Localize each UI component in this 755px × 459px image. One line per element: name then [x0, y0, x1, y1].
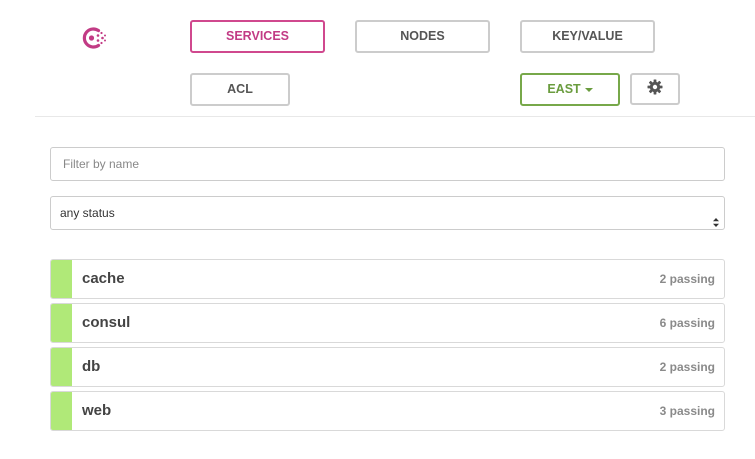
datacenter-label: EAST	[547, 82, 581, 96]
consul-logo-icon[interactable]	[78, 22, 110, 54]
service-checks-count: 2 passing	[659, 272, 715, 286]
status-select-value: any status	[60, 206, 115, 220]
service-name: cache	[82, 270, 125, 287]
datacenter-dropdown[interactable]: EAST	[520, 73, 620, 106]
service-checks-count: 3 passing	[659, 404, 715, 418]
service-row[interactable]: db 2 passing	[50, 347, 725, 387]
service-checks-count: 6 passing	[659, 316, 715, 330]
service-row[interactable]: consul 6 passing	[50, 303, 725, 343]
service-row[interactable]: web 3 passing	[50, 391, 725, 431]
gear-icon	[647, 79, 663, 100]
header-divider	[35, 116, 755, 117]
nav-acl-button[interactable]: ACL	[190, 73, 290, 106]
consul-ui-page: SERVICES NODES KEY/VALUE ACL EAST Filter…	[0, 0, 755, 459]
nav-key-value-button[interactable]: KEY/VALUE	[520, 20, 655, 53]
service-name: db	[82, 358, 101, 375]
service-checks-count: 2 passing	[659, 360, 715, 374]
status-indicator	[51, 348, 72, 386]
service-row[interactable]: cache 2 passing	[50, 259, 725, 299]
service-name: consul	[82, 314, 131, 331]
nav-services-button[interactable]: SERVICES	[190, 20, 325, 53]
nav-nodes-button[interactable]: NODES	[355, 20, 490, 53]
service-name: web	[82, 402, 112, 419]
status-indicator	[51, 392, 72, 430]
service-list: cache 2 passing consul 6 passing db 2 pa…	[50, 259, 725, 435]
settings-button[interactable]	[630, 73, 680, 105]
select-arrows-icon	[712, 208, 720, 227]
status-select[interactable]: any status	[50, 196, 725, 230]
caret-down-icon	[584, 87, 593, 92]
filter-by-name-input[interactable]	[50, 147, 725, 181]
status-indicator	[51, 260, 72, 298]
status-indicator	[51, 304, 72, 342]
